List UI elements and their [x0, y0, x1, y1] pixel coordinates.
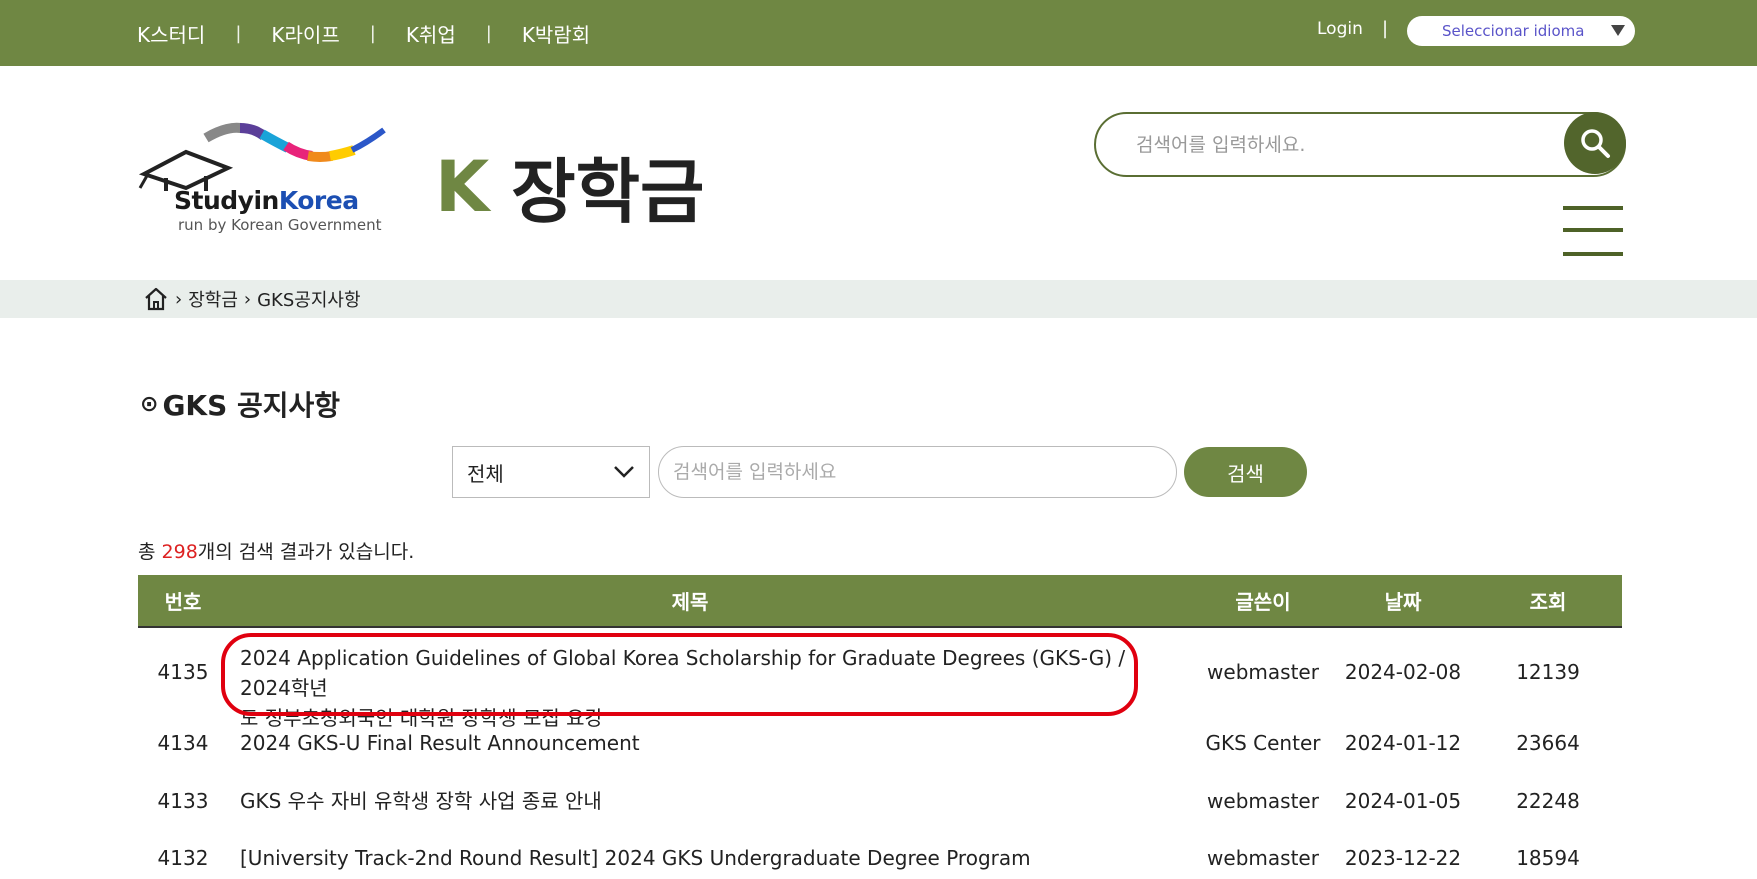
- row-date: 2024-02-08: [1344, 660, 1462, 684]
- topnav-separator: |: [235, 22, 242, 44]
- board-search-button[interactable]: 검색: [1184, 447, 1307, 497]
- row-title-link[interactable]: 2024 GKS-U Final Result Announcement: [240, 731, 1140, 755]
- header-search-box: [1094, 112, 1626, 177]
- header-search-button[interactable]: [1564, 112, 1626, 174]
- row-number: 4135: [157, 660, 209, 684]
- row-number: 4132: [157, 846, 209, 870]
- topnav-k-life[interactable]: K라이프: [271, 19, 339, 48]
- login-separator: |: [1382, 18, 1389, 39]
- column-header-title: 제목: [671, 590, 709, 614]
- menu-hamburger-icon[interactable]: [1563, 206, 1623, 258]
- language-select[interactable]: Seleccionar idioma: [1407, 16, 1635, 46]
- row-date: 2024-01-05: [1344, 789, 1462, 813]
- home-icon[interactable]: [143, 286, 169, 312]
- topnav-separator: |: [485, 22, 492, 44]
- logo-wordmark: StudyinKorea: [174, 186, 359, 215]
- topnav-separator: |: [369, 22, 376, 44]
- row-number: 4133: [157, 789, 209, 813]
- row-views: 23664: [1516, 731, 1580, 755]
- login-link[interactable]: Login: [1317, 19, 1363, 39]
- row-title-link[interactable]: [University Track-2nd Round Result] 2024…: [240, 846, 1140, 870]
- chevron-down-icon: [614, 466, 634, 478]
- page-brand: K 장학금: [435, 136, 704, 237]
- circle-dot-icon: ⊙: [140, 391, 159, 417]
- row-date: 2024-01-12: [1344, 731, 1462, 755]
- breadcrumb-item-gks-notice[interactable]: GKS공지사항: [257, 286, 360, 312]
- table-header: 번호 제목 글쓴이 날짜 조회: [138, 575, 1622, 628]
- logo-tagline: run by Korean Government: [178, 216, 382, 234]
- table-row: 4133 GKS 우수 자비 유학생 장학 사업 종료 안내 webmaster…: [138, 789, 1622, 819]
- row-date: 2023-12-22: [1344, 846, 1462, 870]
- top-nav: K스터디 | K라이프 | K취업 | K박람회: [137, 0, 590, 66]
- column-header-date: 날짜: [1384, 590, 1422, 614]
- result-count-number: 298: [161, 541, 198, 563]
- section-title-text: GKS 공지사항: [162, 389, 341, 422]
- row-title-link[interactable]: GKS 우수 자비 유학생 장학 사업 종료 안내: [240, 789, 1140, 813]
- search-category-select[interactable]: 전체: [452, 446, 650, 498]
- column-header-views: 조회: [1529, 590, 1567, 614]
- highlight-annotation: [221, 633, 1138, 716]
- breadcrumb-separator: ›: [243, 288, 252, 310]
- result-count: 총 298개의 검색 결과가 있습니다.: [138, 541, 415, 563]
- row-views: 18594: [1516, 846, 1580, 870]
- column-header-number: 번호: [164, 590, 202, 614]
- topnav-k-study[interactable]: K스터디: [137, 19, 205, 48]
- language-select-label: Seleccionar idioma: [1442, 22, 1585, 40]
- section-title: ⊙ GKS 공지사항: [140, 384, 340, 424]
- breadcrumb-separator: ›: [175, 288, 183, 310]
- breadcrumb-item-scholarship[interactable]: 장학금: [188, 286, 238, 312]
- triangle-down-icon: [1611, 25, 1625, 36]
- site-logo[interactable]: StudyinKorea run by Korean Government: [136, 116, 396, 238]
- search-icon: [1581, 129, 1610, 158]
- brand-title: 장학금: [511, 151, 705, 233]
- topnav-k-fair[interactable]: K박람회: [522, 19, 590, 48]
- header-search-input[interactable]: [1136, 130, 1536, 160]
- row-number: 4134: [157, 731, 209, 755]
- search-category-value: 전체: [467, 461, 504, 486]
- row-views: 12139: [1516, 660, 1580, 684]
- graduation-cap-rainbow-icon: [138, 122, 386, 191]
- board-search-input[interactable]: [658, 446, 1177, 498]
- table-row: 4132 [University Track-2nd Round Result]…: [138, 846, 1622, 876]
- brand-letter: K: [435, 145, 490, 228]
- row-views: 22248: [1516, 789, 1580, 813]
- breadcrumb: › 장학금 › GKS공지사항: [143, 283, 361, 315]
- table-row: 4134 2024 GKS-U Final Result Announcemen…: [138, 731, 1622, 761]
- topnav-k-job[interactable]: K취업: [406, 19, 456, 48]
